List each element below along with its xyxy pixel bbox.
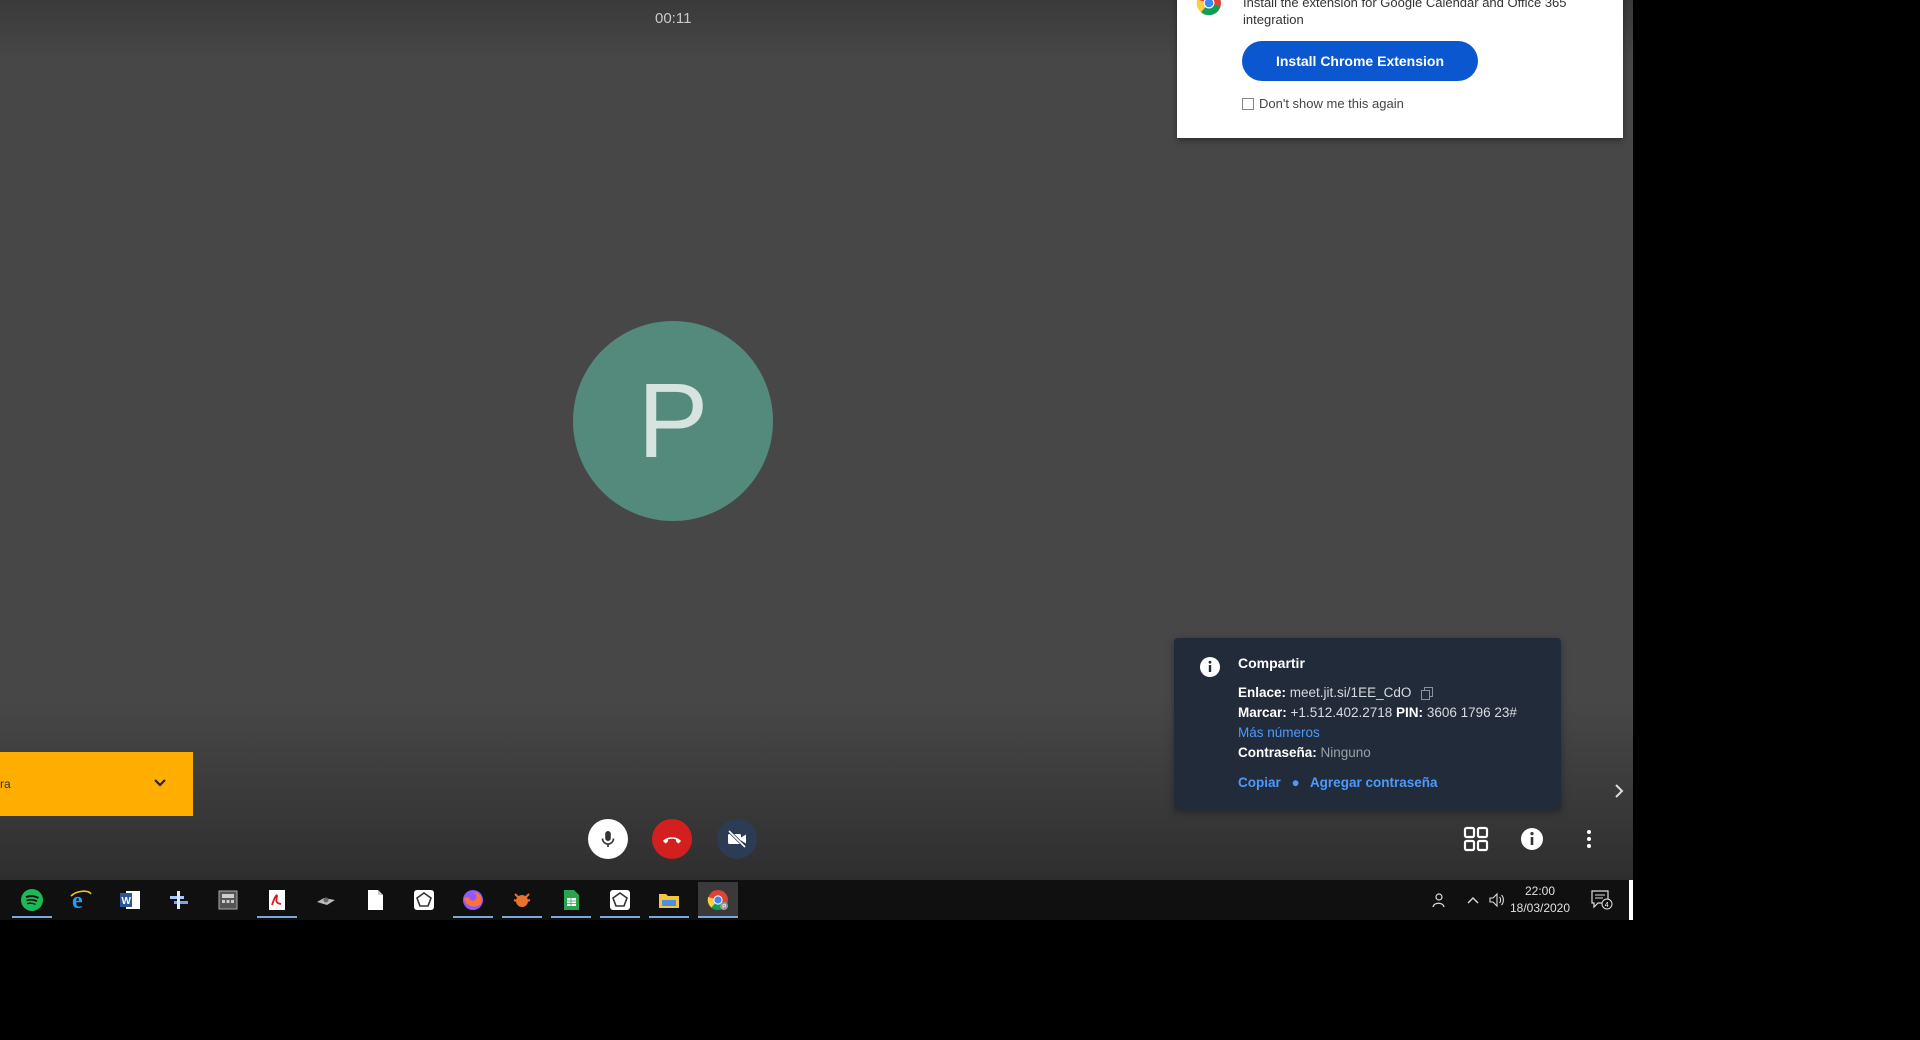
taskbar-chrome[interactable]: P	[698, 882, 738, 918]
copy-link[interactable]: Copiar	[1238, 775, 1281, 790]
pentagon-app-2-icon	[610, 890, 630, 910]
taskbar-spotify[interactable]	[12, 882, 52, 918]
system-clock[interactable]: 22:00 18/03/2020	[1505, 883, 1575, 917]
dial-label: Marcar:	[1238, 705, 1287, 720]
svg-text:P: P	[722, 904, 726, 910]
acrobat-icon	[269, 890, 285, 910]
share-actions: Copiar ● Agregar contraseña	[1238, 775, 1437, 790]
windows-taskbar: e W P 22:00 18/03/2020 4	[0, 880, 1633, 920]
link-label: Enlace:	[1238, 685, 1287, 700]
tray-show-hidden[interactable]	[1462, 880, 1484, 920]
install-chrome-extension-button[interactable]: Install Chrome Extension	[1242, 41, 1478, 81]
dial-number: +1.512.402.2718	[1290, 705, 1393, 720]
extension-popup: Install the extension for Google Calenda…	[1177, 0, 1623, 138]
taskbar-app-5[interactable]	[208, 882, 248, 918]
clock-time: 22:00	[1524, 884, 1556, 898]
phone-hangup-icon	[663, 837, 681, 844]
internet-explorer-icon: e	[70, 888, 92, 912]
taskbar-tarantula[interactable]	[502, 882, 542, 918]
pin-value: 3606 1796 23#	[1426, 705, 1517, 720]
call-area: 00:11 P Install the extension for Google…	[0, 0, 1633, 880]
share-dial-row: Marcar: +1.512.402.2718 PIN: 3606 1796 2…	[1238, 705, 1517, 720]
svg-text:W: W	[122, 896, 132, 907]
chevron-right-icon[interactable]	[1610, 780, 1628, 802]
share-more-row: Más números	[1238, 725, 1320, 740]
password-value: Ninguno	[1320, 745, 1371, 760]
share-title: Compartir	[1238, 655, 1305, 671]
more-vertical-icon	[1587, 830, 1591, 848]
share-password-row: Contraseña: Ninguno	[1238, 745, 1371, 760]
info-icon	[1200, 657, 1220, 677]
slack-like-icon	[170, 891, 188, 909]
notepad-icon	[368, 890, 383, 910]
taskbar-acrobat[interactable]	[257, 882, 297, 918]
taskbar-pentagon-app[interactable]	[404, 882, 444, 918]
word-icon: W	[120, 891, 140, 909]
notification-banner-text: ra	[0, 777, 11, 791]
tray-people[interactable]	[1425, 880, 1451, 920]
taskbar-firefox[interactable]	[453, 882, 493, 918]
add-password-link[interactable]: Agregar contraseña	[1310, 775, 1438, 790]
more-numbers-link[interactable]: Más números	[1238, 725, 1320, 740]
participant-avatar: P	[573, 321, 773, 521]
file-explorer-icon	[659, 894, 679, 908]
microphone-button[interactable]	[588, 819, 628, 859]
spreadsheet-icon	[564, 890, 579, 910]
more-options-button[interactable]	[1573, 823, 1605, 855]
people-icon	[1432, 893, 1445, 908]
chrome-logo-icon	[1196, 0, 1221, 16]
volume-icon	[1489, 892, 1504, 908]
spotify-icon	[21, 889, 43, 911]
tile-view-button[interactable]	[1460, 823, 1492, 855]
screen-edge	[1629, 880, 1633, 920]
info-circle-icon	[1521, 828, 1543, 850]
game-icon	[317, 897, 335, 905]
taskbar-spreadsheet[interactable]	[551, 882, 591, 918]
calculator-icon	[218, 890, 238, 910]
chevron-up-icon	[1467, 897, 1479, 904]
dont-show-checkbox[interactable]	[1242, 97, 1254, 110]
share-link-row: Enlace: meet.jit.si/1EE_CdO	[1238, 685, 1434, 700]
action-center[interactable]: 4	[1586, 880, 1618, 920]
pentagon-app-icon	[414, 890, 434, 910]
extension-description: Install the extension for Google Calenda…	[1243, 0, 1567, 27]
password-label: Contraseña:	[1238, 745, 1317, 760]
separator-dot: ●	[1291, 775, 1300, 790]
taskbar-game[interactable]	[306, 882, 346, 918]
taskbar-app-4[interactable]	[159, 882, 199, 918]
share-panel: Compartir Enlace: meet.jit.si/1EE_CdO Ma…	[1174, 638, 1561, 810]
dont-show-again[interactable]: Don't show me this again	[1242, 96, 1404, 111]
notification-banner[interactable]: ra	[0, 752, 193, 816]
pin-label: PIN:	[1396, 705, 1424, 720]
meeting-link[interactable]: meet.jit.si/1EE_CdO	[1290, 685, 1412, 700]
camera-off-icon	[727, 829, 747, 849]
grid-icon	[1463, 826, 1489, 852]
notification-icon: 4	[1591, 890, 1613, 910]
hangup-button[interactable]	[652, 819, 692, 859]
dont-show-label: Don't show me this again	[1259, 96, 1404, 111]
notification-count: 4	[1605, 902, 1609, 909]
chrome-icon: P	[707, 890, 728, 910]
taskbar-file-explorer[interactable]	[649, 882, 689, 918]
chevron-down-icon[interactable]	[150, 772, 170, 792]
call-timer: 00:11	[655, 10, 692, 27]
microphone-icon	[601, 831, 615, 847]
taskbar-internet-explorer[interactable]: e	[61, 882, 101, 918]
camera-button[interactable]	[717, 819, 757, 859]
tarantula-icon	[513, 893, 531, 907]
taskbar-word[interactable]: W	[110, 882, 150, 918]
taskbar-pentagon-app-2[interactable]	[600, 882, 640, 918]
info-button[interactable]	[1516, 823, 1548, 855]
copy-icon[interactable]	[1421, 686, 1434, 700]
firefox-icon	[463, 890, 483, 910]
taskbar-notepad[interactable]	[355, 882, 395, 918]
clock-date: 18/03/2020	[1509, 901, 1571, 915]
